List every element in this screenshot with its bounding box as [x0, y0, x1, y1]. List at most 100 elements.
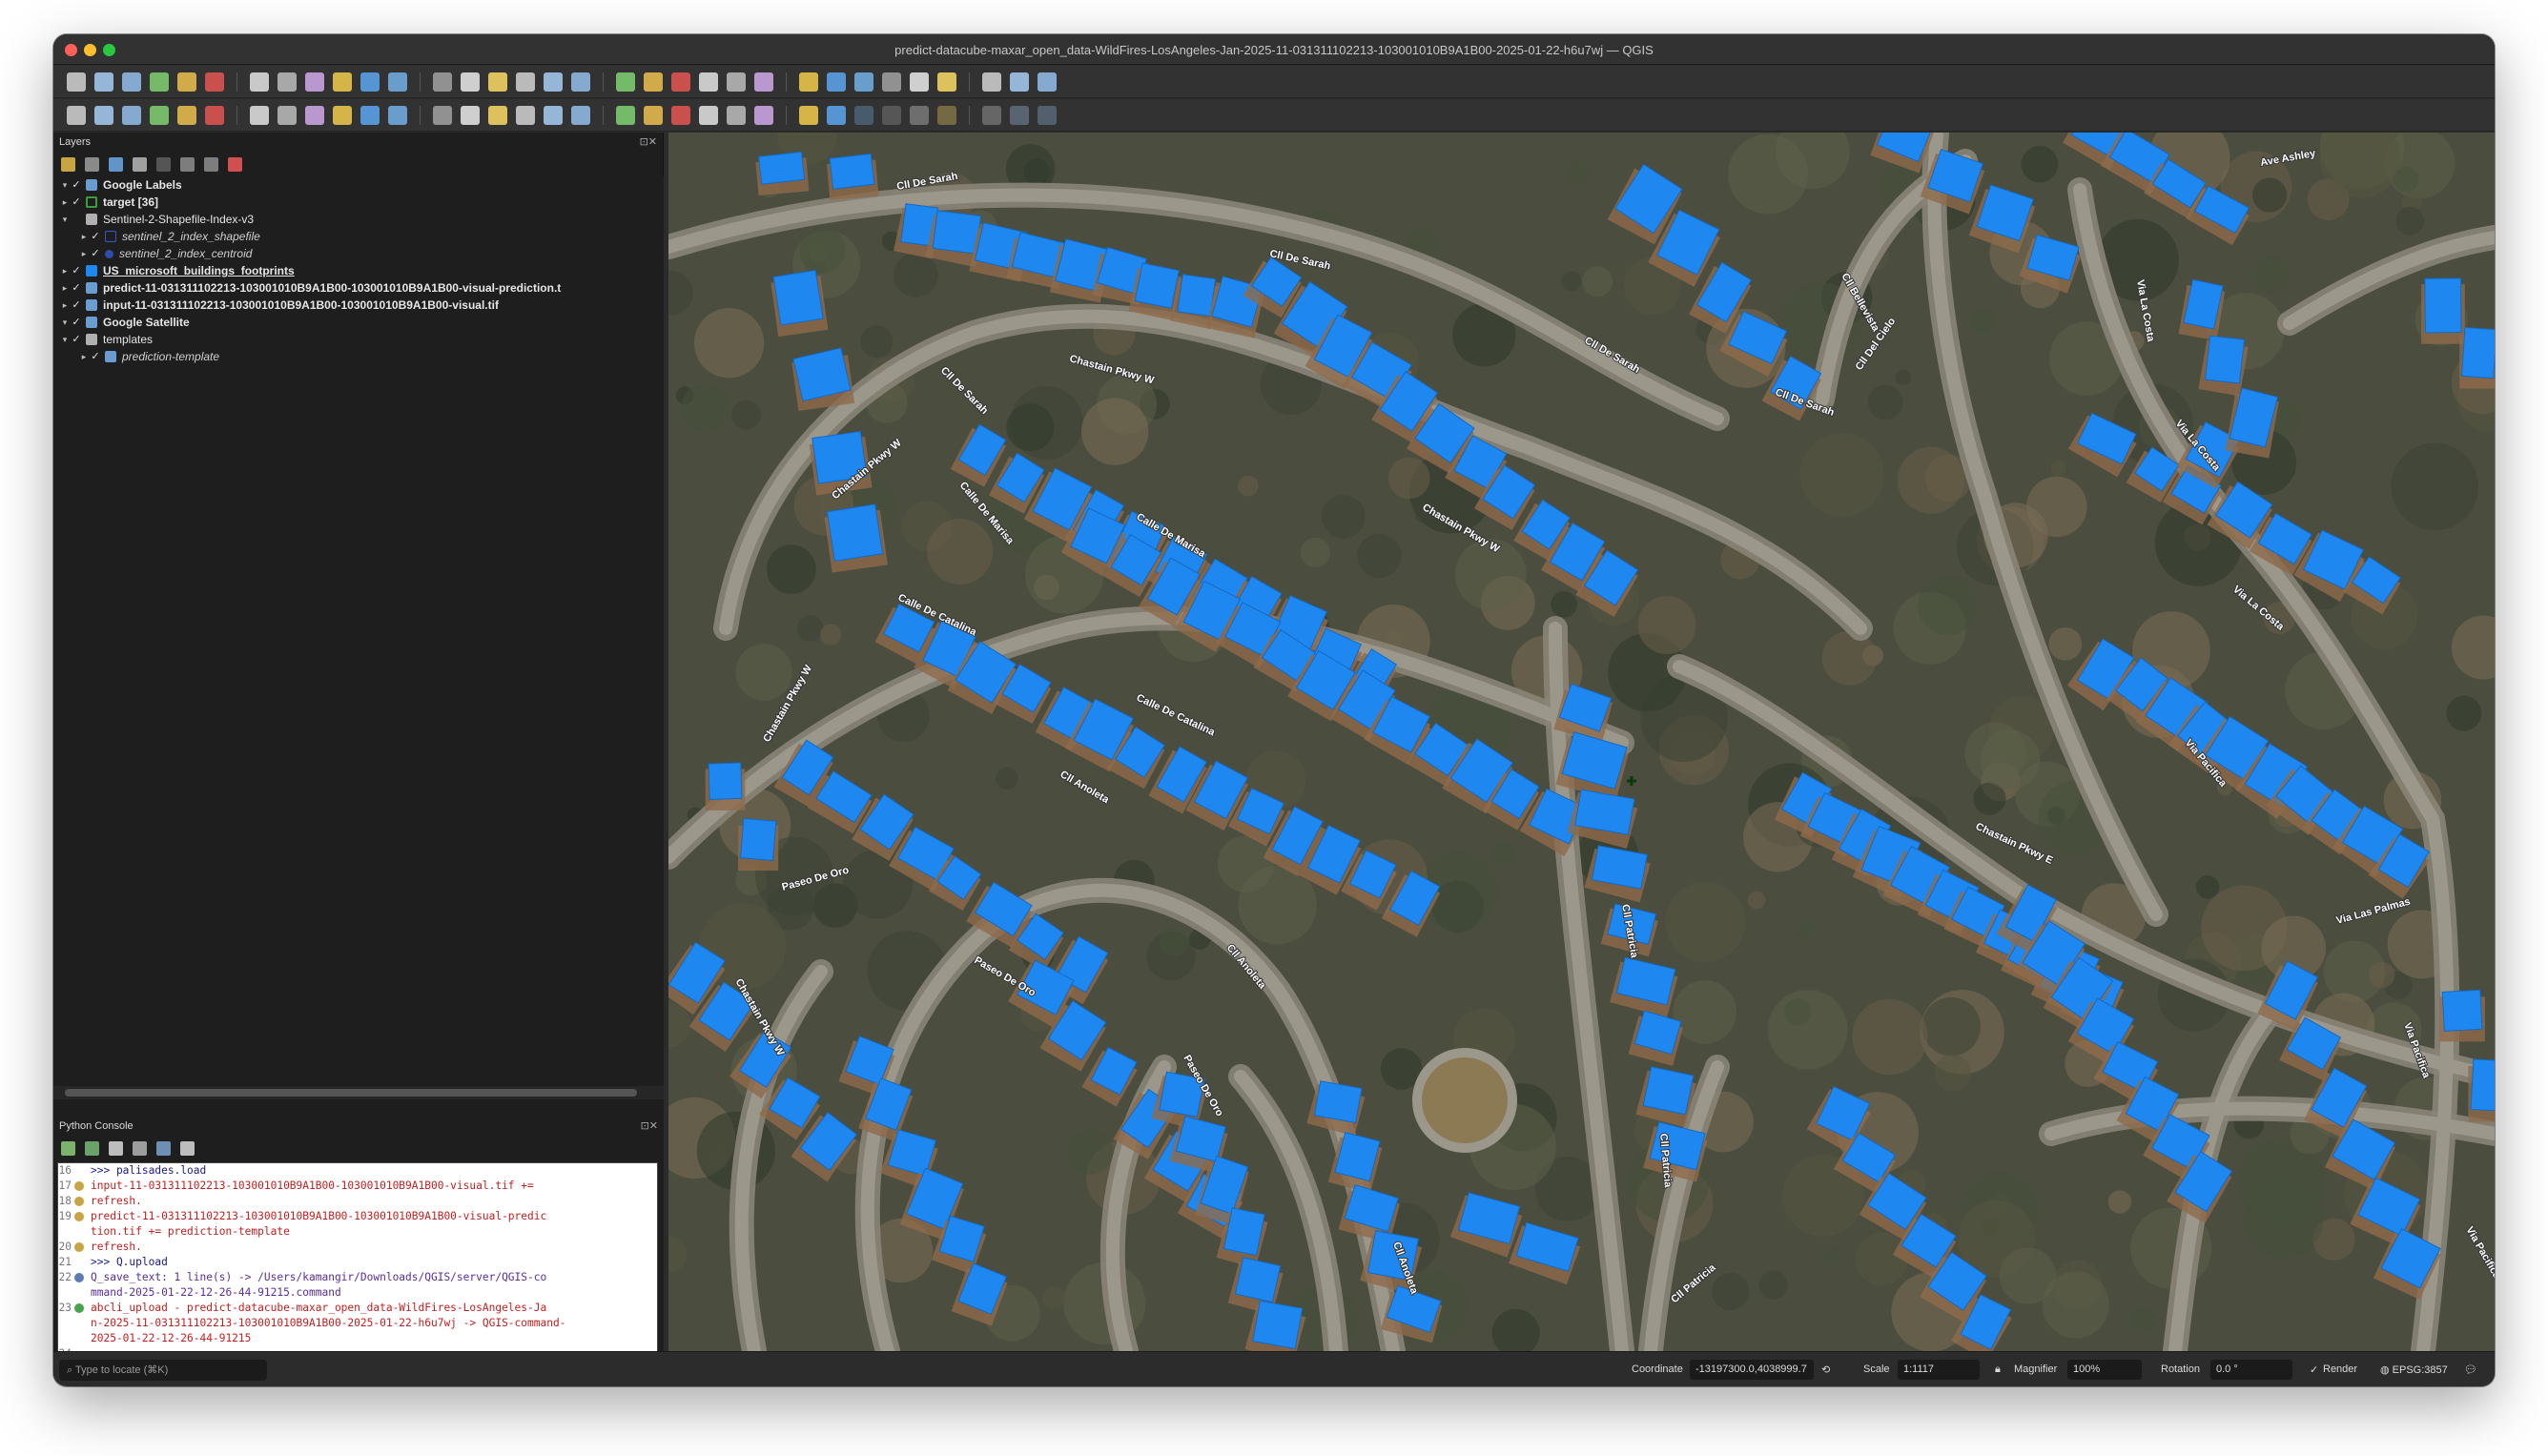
expand-arrow-icon[interactable]: ▸: [59, 266, 71, 277]
measure-icon[interactable]: [854, 72, 873, 92]
undo-icon[interactable]: [516, 105, 535, 125]
expand-arrow-icon[interactable]: ▸: [59, 283, 71, 294]
diagram-icon[interactable]: [754, 105, 773, 125]
coordinate-field[interactable]: -13197300.0,4038999.7: [1690, 1360, 1814, 1380]
add-vector-icon[interactable]: [67, 105, 86, 125]
label-rotate-icon[interactable]: [699, 105, 718, 125]
add-group-icon[interactable]: [85, 156, 99, 172]
add-csv-icon[interactable]: [122, 105, 141, 125]
layers-horizontal-scrollbar[interactable]: [53, 1086, 664, 1099]
remove-layer-icon[interactable]: [228, 156, 242, 172]
show-bookmarks-icon[interactable]: [571, 72, 590, 92]
pan-to-selection-icon[interactable]: [277, 72, 297, 92]
identify-icon[interactable]: [671, 72, 690, 92]
layer-item[interactable]: ▾ ✓ templates: [53, 331, 664, 348]
layer-visibility-checkbox[interactable]: ✓: [71, 282, 82, 294]
new-geopackage-icon[interactable]: [177, 105, 196, 125]
attribute-table-icon[interactable]: [754, 72, 773, 92]
paste-icon[interactable]: [488, 105, 507, 125]
options-icon[interactable]: [133, 1140, 147, 1156]
help-icon[interactable]: [910, 105, 929, 125]
collapse-arrow-icon[interactable]: ▾: [59, 335, 71, 345]
processing-icon[interactable]: [1010, 72, 1029, 92]
layer-item[interactable]: ▸ ✓ input-11-031311102213-103001010B9A1B00…: [53, 297, 664, 314]
expand-arrow-icon[interactable]: ▸: [78, 249, 90, 259]
layer-item[interactable]: ▾ ✓ Google Satellite: [53, 314, 664, 331]
layer-item[interactable]: ▸ ✓ sentinel_2_index_centroid: [53, 245, 664, 262]
zoom-to-selection-icon[interactable]: [388, 72, 407, 92]
extent-toggle-icon[interactable]: ⟲: [1821, 1364, 1830, 1376]
collapse-arrow-icon[interactable]: ▾: [59, 180, 71, 191]
scale-field[interactable]: 1:1117: [1898, 1360, 1980, 1380]
statistics-icon[interactable]: [827, 72, 846, 92]
crs-button[interactable]: ◍ EPSG:3857: [2380, 1364, 2448, 1376]
layer-visibility-checkbox[interactable]: ✓: [71, 265, 82, 277]
layer-visibility-checkbox[interactable]: ✓: [71, 299, 82, 311]
add-raster-icon[interactable]: [94, 105, 113, 125]
python-editor-icon[interactable]: [882, 105, 901, 125]
label-tool-icon[interactable]: [571, 105, 590, 125]
collapse-all-icon[interactable]: [204, 156, 218, 172]
expand-arrow-icon[interactable]: ▸: [78, 352, 90, 362]
deselect-icon[interactable]: [727, 72, 746, 92]
filter-menu-icon[interactable]: [156, 156, 171, 172]
temporal-controller-icon[interactable]: [644, 72, 663, 92]
close-panel-icon[interactable]: ⊡✕: [640, 135, 657, 148]
layer-visibility-checkbox[interactable]: ✓: [71, 317, 82, 328]
render-checkbox[interactable]: ✓: [2310, 1364, 2318, 1376]
pan-tool-icon[interactable]: [250, 72, 269, 92]
expand-arrow-icon[interactable]: ▸: [59, 197, 71, 208]
style-panel-icon[interactable]: [61, 156, 75, 172]
plugins-icon[interactable]: [854, 105, 873, 125]
zoom-next-icon[interactable]: [516, 72, 535, 92]
cut-icon[interactable]: [433, 105, 452, 125]
visibility-icon[interactable]: [109, 156, 123, 172]
tile-scale-icon[interactable]: [827, 105, 846, 125]
new-virtual-icon[interactable]: [205, 105, 224, 125]
locator-search[interactable]: ⌕ Type to locate (⌘K): [59, 1360, 267, 1381]
annotation-icon[interactable]: [882, 72, 901, 92]
show-editor-icon[interactable]: [109, 1140, 123, 1156]
zoom-last-icon[interactable]: [488, 72, 507, 92]
copy-icon[interactable]: [461, 105, 480, 125]
field-calculator-icon[interactable]: [799, 72, 818, 92]
merge-icon[interactable]: [1038, 105, 1057, 125]
open-project-icon[interactable]: [94, 72, 113, 92]
messages-icon[interactable]: 💬︎: [2464, 1364, 2477, 1376]
close-console-icon[interactable]: ⊡✕: [641, 1119, 658, 1132]
add-feature-icon[interactable]: [333, 105, 352, 125]
expand-arrow-icon[interactable]: ▸: [59, 300, 71, 311]
label-show-icon[interactable]: [644, 105, 663, 125]
new-project-icon[interactable]: [67, 72, 86, 92]
layer-visibility-checkbox[interactable]: [71, 214, 82, 225]
add-layer-icon[interactable]: [982, 72, 1001, 92]
label-pin-icon[interactable]: [616, 105, 635, 125]
layer-visibility-checkbox[interactable]: ✓: [71, 179, 82, 191]
label-move-icon[interactable]: [671, 105, 690, 125]
digitize-icon[interactable]: [250, 105, 269, 125]
zoom-out-icon[interactable]: [333, 72, 352, 92]
map-canvas[interactable]: Cll De Sarah Cll De Sarah Cll De Sarah Cll …: [668, 133, 2495, 1351]
python-icon[interactable]: [1038, 72, 1057, 92]
layer-visibility-checkbox[interactable]: ✓: [71, 334, 82, 345]
save-project-icon[interactable]: [122, 72, 141, 92]
expand-all-icon[interactable]: [180, 156, 195, 172]
delete-selected-icon[interactable]: [388, 105, 407, 125]
label-change-icon[interactable]: [727, 105, 746, 125]
lock-icon[interactable]: 🔒︎: [1995, 1364, 2001, 1376]
collapse-arrow-icon[interactable]: ▾: [59, 318, 71, 328]
layer-visibility-checkbox[interactable]: ✓: [71, 196, 82, 208]
save-edits-icon[interactable]: [305, 105, 324, 125]
settings-icon[interactable]: [937, 72, 956, 92]
redo-icon[interactable]: [544, 105, 563, 125]
layer-visibility-checkbox[interactable]: ✓: [90, 351, 101, 362]
map-svg[interactable]: Cll De SarahCll De SarahCll De SarahCll …: [668, 133, 2495, 1351]
new-bookmark-icon[interactable]: [544, 72, 563, 92]
expand-arrow-icon[interactable]: ▸: [78, 232, 90, 242]
save-as-icon[interactable]: [150, 72, 169, 92]
globe-icon[interactable]: [799, 105, 818, 125]
zoom-to-layer-icon[interactable]: [433, 72, 452, 92]
layer-item[interactable]: ▾ ✓ Google Labels: [53, 176, 664, 194]
map-tips-icon[interactable]: [910, 72, 929, 92]
toggle-edit-icon[interactable]: [277, 105, 297, 125]
